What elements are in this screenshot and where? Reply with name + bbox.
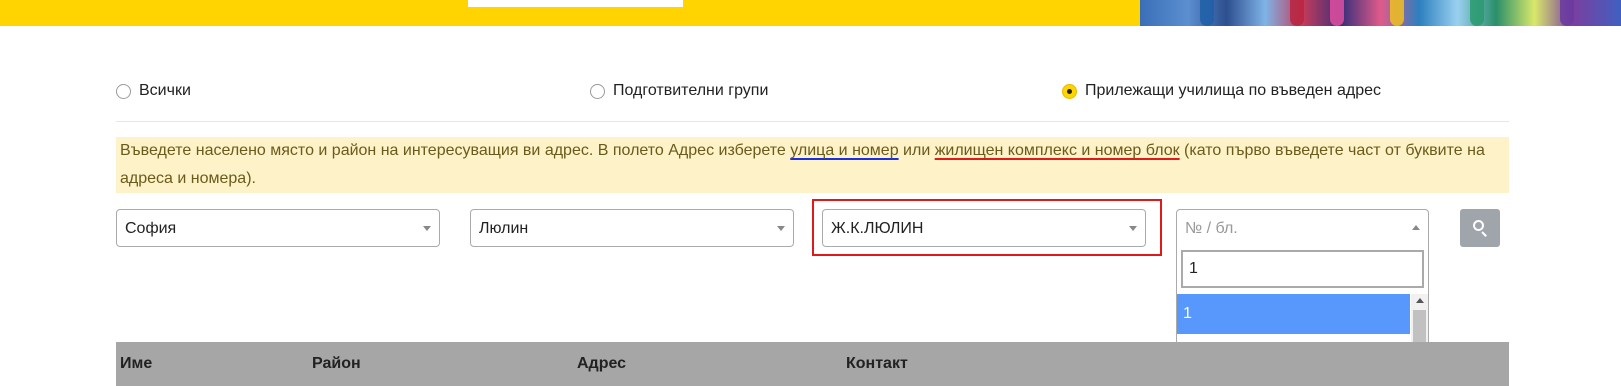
address-select[interactable]: Ж.К.ЛЮЛИН: [822, 209, 1146, 247]
scroll-up-icon[interactable]: [1411, 294, 1428, 308]
notice-text: или: [898, 142, 935, 159]
results-table-header: Име Район Адрес Контакт: [116, 342, 1509, 386]
search-button[interactable]: [1460, 209, 1500, 247]
crayon-shape: [1470, 0, 1484, 26]
crayon-shape: [1560, 0, 1574, 26]
notice-complex-hint: жилищен комплекс и номер блок: [934, 142, 1180, 159]
filter-option-label: Прилежащи училища по въведен адрес: [1085, 82, 1381, 99]
district-select[interactable]: Люлин: [470, 209, 794, 247]
city-select-value: София: [125, 220, 177, 237]
number-search-input[interactable]: 1: [1181, 250, 1424, 288]
crayon-shape: [1290, 0, 1304, 26]
search-icon: [1473, 220, 1484, 231]
radio-checked-icon[interactable]: [1062, 83, 1077, 99]
notice-text: Въведете населено място и район на интер…: [120, 142, 791, 159]
crayon-shape: [1330, 0, 1344, 26]
number-select-placeholder: № / бл.: [1185, 220, 1238, 237]
section-divider: [116, 121, 1509, 122]
number-select[interactable]: № / бл.: [1176, 209, 1429, 247]
dropdown-option[interactable]: 1: [1177, 294, 1410, 334]
search-icon-handle: [1481, 231, 1487, 237]
column-header-contact: Контакт: [846, 355, 908, 372]
filter-option-schools-by-address[interactable]: Прилежащи училища по въведен адрес: [1062, 80, 1381, 102]
top-banner: [0, 0, 1140, 26]
chevron-down-icon: [1129, 226, 1137, 231]
filter-option-prep-groups[interactable]: Подготвителни групи: [590, 80, 768, 102]
filter-option-label: Всички: [139, 82, 191, 99]
chevron-up-icon: [1412, 225, 1420, 230]
radio-unchecked-icon[interactable]: [116, 83, 131, 99]
radio-unchecked-icon[interactable]: [590, 83, 605, 99]
district-select-value: Люлин: [479, 220, 529, 237]
notice-street-hint: улица и номер: [790, 142, 899, 159]
column-header-name: Име: [120, 355, 153, 372]
filter-option-all[interactable]: Всички: [116, 80, 191, 102]
column-header-district: Район: [312, 355, 361, 372]
address-select-value: Ж.К.ЛЮЛИН: [831, 220, 924, 237]
instructions-notice: Въведете населено място и район на интер…: [116, 137, 1509, 193]
crayon-shape: [1390, 0, 1404, 26]
column-header-address: Адрес: [577, 355, 627, 372]
city-select[interactable]: София: [116, 209, 440, 247]
filter-option-label: Подготвителни групи: [613, 82, 769, 99]
chevron-down-icon: [423, 226, 431, 231]
crayon-shape: [1200, 0, 1214, 26]
header-crayons-image: [1140, 0, 1621, 26]
top-nav-box: [468, 0, 683, 7]
chevron-down-icon: [777, 226, 785, 231]
